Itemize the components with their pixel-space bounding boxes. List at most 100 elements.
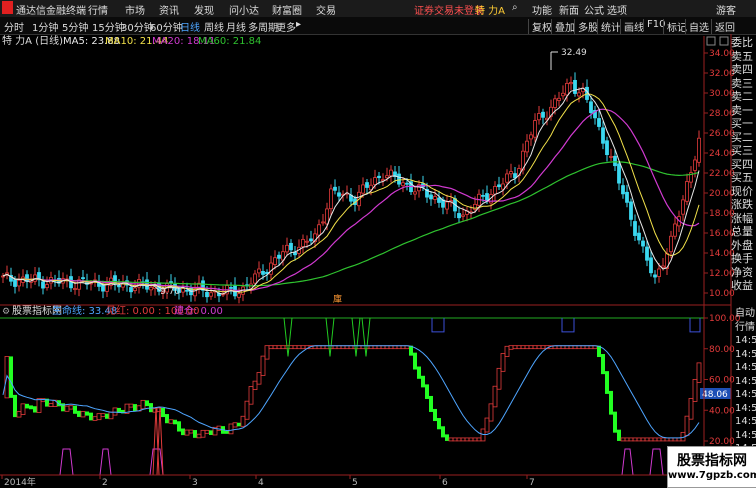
candle-body [693,159,697,171]
candle-body [169,281,173,284]
jiancang-pulse [99,448,112,476]
green-step [437,418,441,430]
red-step [488,403,494,422]
side-item: 现价 [731,184,753,198]
x-label: 6 [442,478,448,487]
red-step [632,437,638,442]
candle-body [237,293,241,298]
side-tick-item: 14:55 [735,402,756,414]
candle-body [405,182,409,185]
green-step [25,403,29,409]
candle-body [565,82,569,96]
red-step [456,437,462,442]
red-step [252,380,258,390]
candle-body [493,186,497,195]
red-step [692,378,698,402]
panel-max-icon[interactable] [719,36,729,46]
candle-body [577,92,581,97]
red-step [508,345,514,350]
candle-body [17,279,21,287]
candle-body [181,287,185,293]
red-step [644,437,650,442]
candle-body [149,286,153,291]
side-tick-item: 行情 [735,321,755,333]
panel-close-icon[interactable] [706,36,716,46]
green-step [73,405,77,414]
jiancang-pulse [621,448,634,476]
candle-body [657,268,661,277]
low-annotation: 9.70 [160,287,180,297]
red-step [92,416,98,421]
candle-body [337,192,341,197]
candle-body [485,193,489,202]
candle-body [209,292,213,297]
green-step [77,410,81,417]
red-step [688,398,694,420]
candle-body [697,137,701,163]
red-step [652,437,658,442]
green-step [181,428,185,436]
candle-body [433,196,437,200]
red-step [108,411,114,420]
red-step [468,437,474,442]
red-step [96,413,102,421]
candle-body [205,291,209,298]
red-step [472,437,478,442]
side-tick-item: 14:55 [735,362,756,373]
red-step [288,345,294,350]
red-step [232,422,238,428]
x-label: 2014年 [4,476,36,487]
green-step [29,405,33,410]
high-annotation: 32.49 [561,48,587,58]
green-step [145,400,149,407]
main-panel-title: 特 力A (日线) [2,34,63,47]
candle-body [257,268,261,274]
side-tick-item: 14:55 [735,429,756,441]
candle-body [261,270,265,275]
candle-body [41,281,45,289]
green-step [9,356,13,398]
green-step [165,414,169,424]
watermark-line2: www.7gpzb.com [668,470,756,481]
candle-body [649,257,653,274]
side-item: 涨幅 [731,211,753,225]
candle-body [509,171,513,175]
red-step [272,345,278,350]
candle-body [397,173,401,185]
side-tick-item: 14:55 [735,389,756,400]
lifeline-curve [2,345,700,439]
candle-body [305,240,309,243]
candle-body [81,277,85,280]
side-item: 买五 [731,171,753,184]
candle-body [653,274,657,278]
candle-body [317,224,321,236]
green-step [433,408,437,422]
candle-body [401,182,405,187]
candle-body [669,235,673,253]
side-item: 涨跌 [731,198,753,211]
candle-body [537,113,541,121]
green-step [417,366,421,379]
ma60-label: MA60: 21.84 [198,36,261,47]
candle-body [129,287,133,293]
red-step [260,355,266,376]
blue-notch [561,318,575,333]
green-step [601,354,605,375]
candle-body [301,239,305,248]
red-step [536,345,542,350]
candle-body [277,254,281,259]
current-value: 48.06 [702,390,728,400]
green-step [609,390,613,415]
side-item: 委比 [731,36,753,49]
kline-chart[interactable]: 特 力A (日线) MA5: 23.88 MA10: 21.44 MA20: 1… [0,0,756,487]
candle-body [365,182,369,188]
tick-side-panel: 自动行情 14:55 14:55 14:55 14:55 14:55 14:55 14:55 1… [735,307,756,456]
green-step [177,421,181,432]
red-step [268,345,274,350]
red-step [524,345,530,350]
site-watermark: 股票指标网 www.7gpzb.com [667,446,756,488]
jiancang-pulse [59,448,74,476]
candle-body [541,111,545,118]
green-step [445,434,449,441]
sub-panel-gear-icon[interactable]: ⚙ [2,307,10,317]
